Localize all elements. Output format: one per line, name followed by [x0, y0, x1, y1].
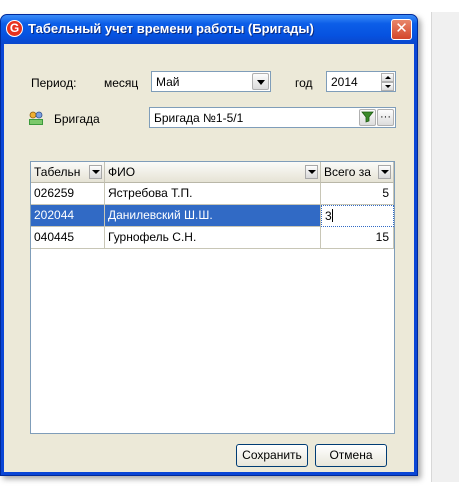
- tab-number-cell[interactable]: 202044: [31, 205, 105, 227]
- year-value: 2014: [331, 75, 358, 89]
- brigade-icon: [29, 111, 43, 125]
- brigade-value: Бригада №1-5/1: [154, 111, 244, 125]
- table-row[interactable]: 026259 Ястребова Т.П. 5: [31, 183, 394, 205]
- name-cell[interactable]: Гурнофель С.Н.: [105, 227, 321, 249]
- column-header-tab-label: Табельн: [34, 165, 81, 179]
- text-caret: [331, 209, 333, 222]
- year-label: год: [295, 76, 313, 90]
- year-spinner[interactable]: 2014: [326, 71, 396, 92]
- tab-number-cell[interactable]: 040445: [31, 227, 105, 249]
- month-label: месяц: [104, 76, 139, 90]
- total-cell[interactable]: 5: [321, 183, 394, 205]
- chevron-down-icon[interactable]: [378, 165, 391, 179]
- chevron-down-icon[interactable]: [252, 73, 269, 90]
- save-button[interactable]: Сохранить: [236, 444, 308, 467]
- total-cell[interactable]: 15: [321, 227, 394, 249]
- period-label: Период:: [31, 76, 77, 90]
- window-title: Табельный учет времени работы (Бригады): [28, 21, 314, 36]
- total-edit-value[interactable]: 3: [325, 209, 332, 223]
- month-value: Май: [156, 75, 180, 89]
- dialog-window: G Табельный учет времени работы (Бригады…: [0, 14, 418, 476]
- brigade-field[interactable]: Бригада №1-5/1 ···: [149, 107, 396, 128]
- close-button[interactable]: ✕: [391, 19, 412, 40]
- month-select[interactable]: Май: [151, 71, 271, 92]
- column-header-total[interactable]: Всего за: [321, 162, 394, 183]
- spin-up-icon[interactable]: [381, 73, 394, 82]
- name-cell[interactable]: Ястребова Т.П.: [105, 183, 321, 205]
- dialog-body: Период: месяц Май год 2014 Бригада Брига…: [4, 44, 414, 472]
- total-cell-editor[interactable]: 3: [321, 205, 394, 227]
- more-button[interactable]: ···: [377, 109, 394, 126]
- filter-icon[interactable]: [359, 109, 376, 126]
- column-header-total-label: Всего за: [324, 165, 371, 179]
- background-window: [421, 0, 459, 488]
- background-window-edge: [431, 12, 459, 482]
- column-header-name-label: ФИО: [108, 165, 136, 179]
- column-header-tab[interactable]: Табельн: [31, 162, 105, 183]
- employee-grid[interactable]: Табельн ФИО Всего за 026259 Ястребова Т.…: [30, 161, 395, 434]
- table-row[interactable]: 040445 Гурнофель С.Н. 15: [31, 227, 394, 249]
- name-cell[interactable]: Данилевский Ш.Ш.: [105, 205, 321, 227]
- cancel-button[interactable]: Отмена: [315, 444, 387, 467]
- title-bar[interactable]: G Табельный учет времени работы (Бригады…: [1, 15, 417, 44]
- column-header-name[interactable]: ФИО: [105, 162, 321, 183]
- tab-number-cell[interactable]: 026259: [31, 183, 105, 205]
- spin-down-icon[interactable]: [381, 82, 394, 91]
- brigade-label: Бригада: [54, 112, 100, 126]
- chevron-down-icon[interactable]: [89, 165, 102, 179]
- chevron-down-icon[interactable]: [305, 165, 318, 179]
- app-logo-icon: G: [6, 20, 23, 37]
- grid-header: Табельн ФИО Всего за: [31, 162, 394, 183]
- table-row-selected[interactable]: 202044 Данилевский Ш.Ш. 3: [31, 205, 394, 227]
